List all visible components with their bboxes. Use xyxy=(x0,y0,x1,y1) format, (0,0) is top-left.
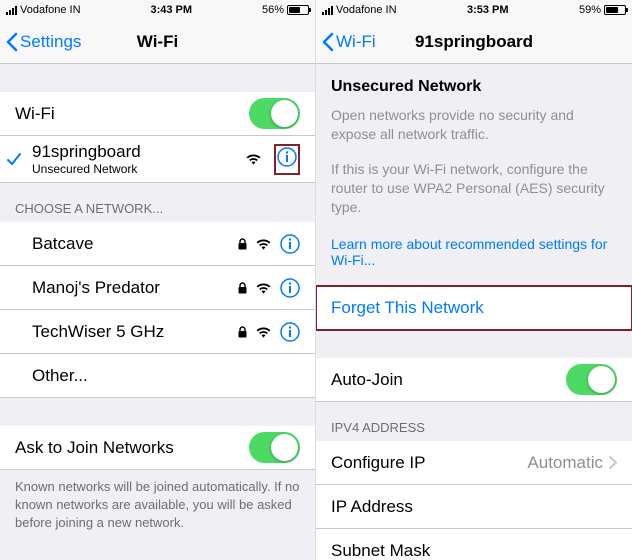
wifi-settings-screen: Vodafone IN 3:43 PM 56% Settings Wi-Fi W… xyxy=(0,0,316,560)
back-label: Settings xyxy=(20,32,81,52)
network-name: TechWiser 5 GHz xyxy=(32,322,164,342)
unsecured-title: Unsecured Network xyxy=(316,64,632,100)
subnet-mask-row: Subnet Mask xyxy=(316,529,632,560)
autojoin-row: Auto-Join xyxy=(316,358,632,402)
carrier-label: Vodafone IN xyxy=(20,4,81,16)
lock-icon xyxy=(238,326,247,338)
status-time: 3:43 PM xyxy=(150,4,192,16)
carrier-label: Vodafone IN xyxy=(336,4,397,16)
wifi-icon xyxy=(246,153,261,165)
checkmark-icon xyxy=(6,151,22,167)
info-icon[interactable] xyxy=(280,322,300,342)
wifi-toggle-row: Wi-Fi xyxy=(0,92,315,136)
ask-to-join-label: Ask to Join Networks xyxy=(15,438,174,458)
ssid-label: 91springboard xyxy=(32,142,141,162)
info-icon[interactable] xyxy=(280,278,300,298)
lock-icon xyxy=(238,238,247,250)
battery-icon xyxy=(604,5,626,15)
unsecured-paragraph-1: Open networks provide no security and ex… xyxy=(316,100,632,150)
chevron-left-icon xyxy=(322,32,334,52)
ask-to-join-toggle[interactable] xyxy=(249,432,300,463)
autojoin-toggle[interactable] xyxy=(566,364,617,395)
subnet-mask-label: Subnet Mask xyxy=(331,541,430,560)
network-techwiser[interactable]: TechWiser 5 GHz xyxy=(0,310,315,354)
ip-address-label: IP Address xyxy=(331,497,413,517)
battery-percent: 59% xyxy=(579,4,601,16)
choose-network-header: CHOOSE A NETWORK... xyxy=(0,183,315,222)
signal-icon xyxy=(322,6,333,15)
configure-ip-row[interactable]: Configure IP Automatic xyxy=(316,441,632,485)
status-time: 3:53 PM xyxy=(467,4,509,16)
network-name: Batcave xyxy=(32,234,93,254)
back-label: Wi-Fi xyxy=(336,32,376,52)
chevron-left-icon xyxy=(6,32,18,52)
configure-ip-value: Automatic xyxy=(527,453,603,473)
status-bar: Vodafone IN 3:43 PM 56% xyxy=(0,0,315,20)
wifi-icon xyxy=(256,282,271,294)
nav-bar: Settings Wi-Fi xyxy=(0,20,315,64)
battery-percent: 56% xyxy=(262,4,284,16)
info-icon[interactable] xyxy=(280,234,300,254)
other-label: Other... xyxy=(32,366,88,386)
forget-network-row[interactable]: Forget This Network xyxy=(316,286,632,330)
network-name: Manoj's Predator xyxy=(32,278,160,298)
configure-ip-label: Configure IP xyxy=(331,453,426,473)
wifi-icon xyxy=(256,326,271,338)
wifi-toggle[interactable] xyxy=(249,98,300,129)
network-detail-screen: Vodafone IN 3:53 PM 59% Wi-Fi 91springbo… xyxy=(316,0,632,560)
ask-to-join-footer: Known networks will be joined automatica… xyxy=(0,470,315,541)
wifi-label: Wi-Fi xyxy=(15,104,55,124)
signal-icon xyxy=(6,6,17,15)
back-button[interactable]: Wi-Fi xyxy=(316,32,376,52)
security-label: Unsecured Network xyxy=(32,162,141,176)
wifi-icon xyxy=(256,238,271,250)
learn-more-link[interactable]: Learn more about recommended settings fo… xyxy=(316,222,632,286)
ask-to-join-row: Ask to Join Networks xyxy=(0,426,315,470)
status-bar: Vodafone IN 3:53 PM 59% xyxy=(316,0,632,20)
ipv4-header: IPV4 ADDRESS xyxy=(316,402,632,441)
network-manoj[interactable]: Manoj's Predator xyxy=(0,266,315,310)
chevron-right-icon xyxy=(609,456,617,469)
lock-icon xyxy=(238,282,247,294)
nav-bar: Wi-Fi 91springboard xyxy=(316,20,632,64)
network-other[interactable]: Other... xyxy=(0,354,315,398)
unsecured-paragraph-2: If this is your Wi-Fi network, configure… xyxy=(316,150,632,223)
info-icon[interactable] xyxy=(277,147,297,167)
connected-network-row[interactable]: 91springboard Unsecured Network xyxy=(0,136,315,183)
back-button[interactable]: Settings xyxy=(0,32,81,52)
forget-network-label: Forget This Network xyxy=(331,298,484,318)
info-highlight-box xyxy=(274,144,300,175)
network-batcave[interactable]: Batcave xyxy=(0,222,315,266)
battery-icon xyxy=(287,5,309,15)
ip-address-row: IP Address xyxy=(316,485,632,529)
autojoin-label: Auto-Join xyxy=(331,370,403,390)
